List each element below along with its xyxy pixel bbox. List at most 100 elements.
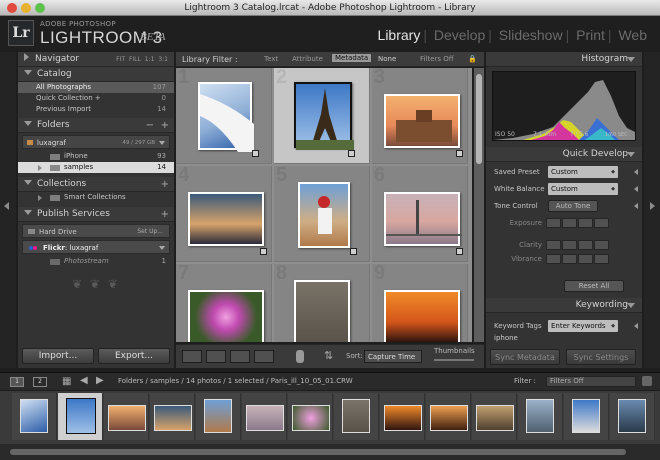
photo-thumbnail[interactable] <box>384 290 460 342</box>
minimize-window-button[interactable] <box>21 3 31 13</box>
grid-cell[interactable]: 7 <box>176 262 272 342</box>
filter-attribute[interactable]: Attribute <box>292 55 323 63</box>
filmstrip-filter-select[interactable]: Filters Off <box>546 376 636 387</box>
metadata-badge-icon[interactable] <box>348 150 355 157</box>
white-balance-select[interactable]: Custom <box>548 183 618 195</box>
filmstrip-thumb[interactable] <box>564 393 609 440</box>
filmstrip-thumb[interactable] <box>12 393 57 440</box>
grid-icon[interactable]: ▦ <box>62 376 71 387</box>
photo-thumbnail[interactable] <box>384 94 460 148</box>
photo-thumbnail[interactable] <box>384 192 462 246</box>
filmstrip-thumb[interactable] <box>150 393 195 440</box>
photo-thumbnail[interactable] <box>298 182 350 248</box>
disclosure-triangle-icon[interactable] <box>38 195 42 201</box>
disclosure-triangle-icon[interactable] <box>38 165 42 171</box>
grid-cell[interactable]: 3 <box>372 68 468 164</box>
grid-cell[interactable]: 6 <box>372 164 468 262</box>
filmstrip-thumb[interactable] <box>242 393 287 440</box>
lock-icon[interactable]: 🔒 <box>468 55 477 63</box>
publish-services-header[interactable]: Publish Services + <box>18 207 174 222</box>
smart-collections[interactable]: Smart Collections <box>18 192 174 203</box>
metadata-badge-icon[interactable] <box>456 150 463 157</box>
filmstrip-thumb[interactable] <box>610 393 655 440</box>
keyword-tags-select[interactable]: Enter Keywords <box>548 320 618 332</box>
filmstrip-thumb[interactable] <box>196 393 241 440</box>
filter-text[interactable]: Text <box>264 55 278 63</box>
loupe-view-icon[interactable] <box>206 350 226 363</box>
auto-tone-button[interactable]: Auto Tone <box>548 200 598 212</box>
import-button[interactable]: Import... <box>22 348 94 364</box>
reset-all-button[interactable]: Reset All <box>564 280 624 292</box>
folder-samples[interactable]: samples 14 <box>18 162 174 173</box>
breadcrumb[interactable]: Folders / samples / 14 photos / 1 select… <box>118 377 353 385</box>
filmstrip-thumb[interactable] <box>380 393 425 440</box>
filmstrip-thumb[interactable] <box>472 393 517 440</box>
right-panel-toggle[interactable] <box>644 52 660 368</box>
module-develop[interactable]: Develop <box>431 27 488 43</box>
catalog-item-all-photographs[interactable]: All Photographs 107 <box>18 82 174 93</box>
collections-header[interactable]: Collections + <box>18 177 174 192</box>
grid-cell[interactable]: 9 <box>372 262 468 342</box>
flickr-photostream[interactable]: Photostream 1 <box>18 256 174 267</box>
back-arrow-icon[interactable]: ◀ <box>80 375 88 386</box>
set-up-link[interactable]: Set Up... <box>137 225 163 239</box>
grid-cell[interactable]: 8 <box>274 262 370 342</box>
grid-scroll-thumb[interactable] <box>476 74 482 164</box>
filter-preset[interactable]: Filters Off <box>420 55 454 63</box>
module-web[interactable]: Web <box>615 27 650 43</box>
filmstrip-thumb[interactable] <box>288 393 333 440</box>
filmstrip-thumb[interactable] <box>104 393 149 440</box>
module-slideshow[interactable]: Slideshow <box>496 27 566 43</box>
sync-metadata-button[interactable]: Sync Metadata <box>490 349 560 365</box>
zoom-window-button[interactable] <box>35 3 45 13</box>
volume-luxagraf[interactable]: luxagraf 49 / 297 GB <box>22 135 170 149</box>
filmstrip-thumb-selected[interactable] <box>58 393 103 440</box>
metadata-badge-icon[interactable] <box>456 248 463 255</box>
remove-folder-button[interactable]: − <box>146 118 154 133</box>
grid-cell[interactable]: 1 <box>176 68 272 164</box>
grid-cell[interactable]: 4 <box>176 164 272 262</box>
expand-left-icon[interactable] <box>634 203 638 209</box>
survey-view-icon[interactable] <box>254 350 274 363</box>
primary-display-button[interactable]: 1 <box>10 377 24 387</box>
compare-view-icon[interactable] <box>230 350 250 363</box>
thumbnail-size-slider[interactable] <box>434 359 474 361</box>
close-window-button[interactable] <box>7 3 17 13</box>
module-library[interactable]: Library <box>375 27 424 43</box>
spray-can-icon[interactable] <box>296 350 304 363</box>
navigator-header[interactable]: Navigator FIT FILL 1:1 3:1 <box>18 52 174 67</box>
sort-direction-icon[interactable]: ⇅ <box>324 349 333 362</box>
photo-thumbnail[interactable] <box>294 82 354 150</box>
expand-left-icon[interactable] <box>634 169 638 175</box>
filmstrip-thumb[interactable] <box>426 393 471 440</box>
filmstrip-thumb[interactable] <box>334 393 379 440</box>
folders-header[interactable]: Folders − + <box>18 118 174 133</box>
grid-cell-selected[interactable]: 2 <box>274 68 370 164</box>
catalog-header[interactable]: Catalog <box>18 67 174 82</box>
grid-view-icon[interactable] <box>182 350 202 363</box>
sort-select[interactable]: Capture Time <box>364 350 422 363</box>
filmstrip-scroll-thumb[interactable] <box>10 449 626 455</box>
publish-flickr[interactable]: Flickr: luxagraf <box>22 240 170 254</box>
filter-metadata[interactable]: Metadata <box>332 54 372 62</box>
sync-settings-button[interactable]: Sync Settings <box>566 349 636 365</box>
folder-iphone[interactable]: iPhone 93 <box>18 151 174 162</box>
add-collection-button[interactable]: + <box>161 177 169 192</box>
photo-thumbnail[interactable] <box>188 290 264 342</box>
metadata-badge-icon[interactable] <box>252 150 259 157</box>
expand-left-icon[interactable] <box>634 323 638 329</box>
filmstrip-thumb[interactable] <box>518 393 563 440</box>
forward-arrow-icon[interactable]: ▶ <box>96 375 104 386</box>
filmstrip-scrollbar[interactable] <box>0 444 660 460</box>
add-folder-button[interactable]: + <box>161 118 169 133</box>
module-print[interactable]: Print <box>573 27 608 43</box>
photo-thumbnail[interactable] <box>198 82 254 152</box>
filter-none[interactable]: None <box>378 55 396 63</box>
vibrance-stepper[interactable] <box>546 254 610 269</box>
keyword-text[interactable]: iphone <box>494 334 518 342</box>
secondary-display-button[interactable]: 2 <box>33 377 47 387</box>
photo-thumbnail[interactable] <box>294 280 350 342</box>
export-button[interactable]: Export... <box>98 348 170 364</box>
publish-hard-drive[interactable]: Hard Drive Set Up... <box>22 224 170 238</box>
expand-left-icon[interactable] <box>634 186 638 192</box>
